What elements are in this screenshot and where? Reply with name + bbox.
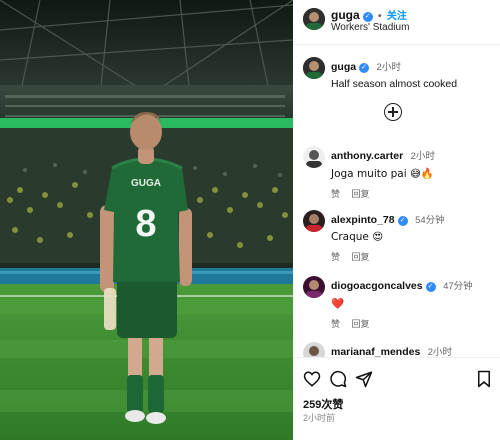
follow-button[interactable]: 关注: [387, 11, 407, 22]
comment-username[interactable]: marianaf_mendes: [331, 346, 420, 357]
comment-actions: 赞 回复: [331, 187, 496, 200]
comment-item: diogoacgoncalves ✓ 47分钟 ❤️ 赞 回复: [303, 276, 493, 329]
reply-button[interactable]: 回复: [352, 189, 370, 199]
comment-actions: 赞 回复: [331, 317, 496, 330]
avatar-image: [303, 210, 325, 232]
comment-actions: 赞 回复: [331, 250, 496, 263]
avatar-image: [303, 8, 325, 30]
verified-icon: ✓: [359, 63, 370, 73]
comment-body: diogoacgoncalves ✓ 47分钟 ❤️ 赞 回复: [331, 276, 496, 330]
comment-item: marianaf_mendes 2小时: [303, 342, 493, 357]
post-header: guga ✓ • 关注 Workers' Stadium: [293, 0, 500, 45]
avatar[interactable]: [303, 57, 325, 79]
verified-icon: ✓: [425, 282, 436, 292]
comment-header: anthony.carter 2小时: [331, 146, 496, 164]
separator-dot: •: [378, 11, 382, 22]
comment-username[interactable]: alexpinto_78: [331, 214, 395, 226]
stadium-photo: GUGA 8: [0, 0, 293, 440]
avatar-image: [303, 57, 325, 79]
header-username[interactable]: guga: [331, 8, 360, 22]
comment-item: alexpinto_78 ✓ 54分钟 Craque 😍 赞 回复: [303, 210, 496, 263]
comment-header: alexpinto_78 ✓ 54分钟: [331, 210, 496, 228]
comment-time: 47分钟: [443, 281, 473, 292]
like-comment-button[interactable]: 赞: [331, 319, 340, 329]
comment-time: 2小时: [410, 151, 435, 162]
comment-text: ❤️: [331, 298, 345, 310]
header-username-row: guga ✓ • 关注: [331, 7, 407, 22]
jersey-number: 8: [135, 203, 156, 245]
instagram-post-window: GUGA 8 guga ✓ • 关注 Workers' Stadium guga…: [0, 0, 500, 441]
likes-count[interactable]: 259次赞: [303, 396, 343, 412]
avatar[interactable]: [303, 210, 325, 232]
avatar-image: [303, 146, 325, 168]
share-icon[interactable]: [355, 370, 373, 388]
caption-username[interactable]: guga: [331, 61, 356, 73]
comment-time: 54分钟: [415, 215, 445, 226]
caption-header: guga ✓ 2小时: [331, 57, 496, 75]
avatar[interactable]: [303, 276, 325, 298]
comment-item: anthony.carter 2小时 Joga muito pai 😅🔥 赞 回…: [303, 146, 493, 199]
post-timestamp: 2小时前: [303, 413, 336, 423]
jersey-name: GUGA: [131, 178, 161, 189]
verified-icon: ✓: [362, 12, 373, 22]
post-caption: guga ✓ 2小时 Half season almost cooked: [303, 57, 496, 90]
comment-username[interactable]: anthony.carter: [331, 150, 403, 162]
caption-time: 2小时: [376, 62, 401, 73]
caption-text: Half season almost cooked: [331, 78, 458, 90]
comment-body: marianaf_mendes 2小时: [331, 342, 493, 357]
reply-button[interactable]: 回复: [352, 252, 370, 262]
reply-button[interactable]: 回复: [352, 319, 370, 329]
comment-body: anthony.carter 2小时 Joga muito pai 😅🔥 赞 回…: [331, 146, 496, 200]
post-actions-footer: 259次赞 2小时前: [293, 357, 500, 441]
comment-text: Joga muito pai 😅🔥: [331, 168, 435, 180]
like-comment-button[interactable]: 赞: [331, 189, 340, 199]
avatar[interactable]: [303, 146, 325, 168]
post-photo[interactable]: GUGA 8: [0, 0, 293, 440]
comment-username[interactable]: diogoacgoncalves: [331, 280, 423, 292]
avatar[interactable]: [303, 342, 325, 357]
comment-body: alexpinto_78 ✓ 54分钟 Craque 😍 赞 回复: [331, 210, 496, 263]
location-link[interactable]: Workers' Stadium: [331, 22, 409, 33]
comment-text: Craque 😍: [331, 231, 384, 243]
avatar-image: [303, 276, 325, 298]
verified-icon: ✓: [397, 216, 408, 226]
bookmark-icon[interactable]: [475, 370, 493, 388]
avatar[interactable]: [303, 8, 325, 30]
heart-icon[interactable]: [303, 370, 321, 388]
comment-header: marianaf_mendes 2小时: [331, 342, 493, 357]
avatar-image: [303, 342, 325, 357]
comment-icon[interactable]: [329, 370, 347, 388]
caption-body: guga ✓ 2小时 Half season almost cooked: [331, 57, 496, 90]
like-comment-button[interactable]: 赞: [331, 252, 340, 262]
post-details-panel: guga✓ • 关注 Workers' Stadium guga✓ 2小时: [293, 0, 500, 441]
comment-header: diogoacgoncalves ✓ 47分钟: [331, 276, 496, 294]
comment-time: 2小时: [427, 347, 453, 357]
add-comment-icon[interactable]: [384, 103, 402, 121]
